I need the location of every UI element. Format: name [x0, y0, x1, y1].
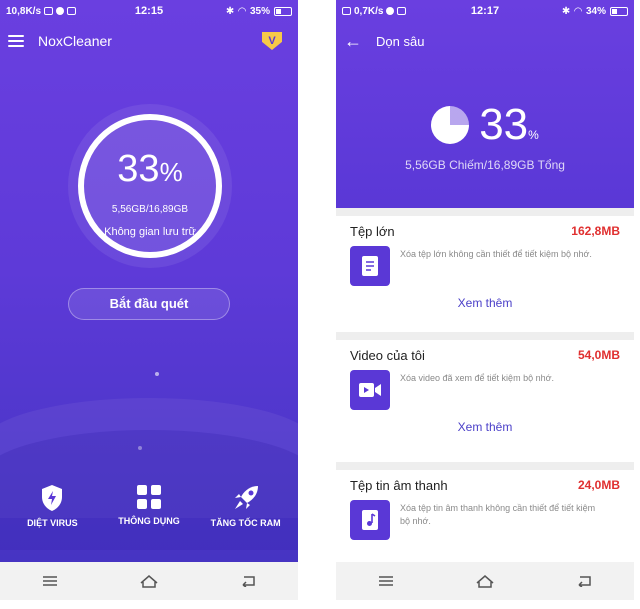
- decorative-dot: [155, 372, 159, 376]
- see-more-link[interactable]: Xem thêm: [350, 420, 620, 434]
- category-size: 162,8MB: [571, 224, 620, 238]
- category-card-audio[interactable]: Tệp tin âm thanh 24,0MB Xóa tệp tin âm t…: [336, 470, 634, 570]
- system-nav-bar: [336, 562, 634, 600]
- bluetooth-icon: ✱: [561, 5, 571, 17]
- pie-chart-icon: [431, 106, 470, 144]
- screen-title: Dọn sâu: [376, 33, 425, 49]
- home-nav-icon[interactable]: [139, 574, 159, 588]
- noxcleaner-home-screen: 10,8K/s 12:15 ✱ ◠ 35% NoxCleaner V 33% 5…: [0, 0, 298, 600]
- feature-label: DIỆT VIRUS: [27, 518, 78, 528]
- deep-clean-header: 0,7K/s 12:17 ✱ ◠ 34% ← Dọn sâu 33% 5,56G…: [336, 0, 634, 208]
- category-description: Xóa tệp lớn không cần thiết để tiết kiệm…: [400, 249, 592, 259]
- wifi-icon: ◠: [574, 5, 582, 17]
- category-description: Xóa tệp tin âm thanh không cần thiết để …: [400, 503, 596, 526]
- category-size: 54,0MB: [577, 348, 620, 362]
- deep-clean-screen: 0,7K/s 12:17 ✱ ◠ 34% ← Dọn sâu 33% 5,56G…: [336, 0, 634, 600]
- category-card-videos[interactable]: Video của tôi 54,0MB Xóa video đã xem để…: [336, 340, 634, 462]
- video-icon: [350, 370, 390, 410]
- back-nav-icon[interactable]: [574, 574, 594, 588]
- category-title: Tệp tin âm thanh: [350, 477, 448, 493]
- status-bar: 0,7K/s 12:17 ✱ ◠ 34%: [336, 0, 634, 22]
- menu-nav-icon[interactable]: [40, 574, 60, 588]
- app-bar: ← Dọn sâu: [336, 28, 634, 54]
- system-nav-bar: [0, 562, 298, 600]
- storage-summary: 33%: [336, 100, 634, 150]
- storage-percent: 33%: [479, 100, 539, 149]
- storage-percent: 33%: [117, 148, 183, 190]
- wifi-icon: ◠: [238, 5, 246, 17]
- feature-antivirus[interactable]: DIỆT VIRUS: [7, 484, 97, 528]
- storage-usage: 5,56GB Chiếm/16,89GB Tổng: [405, 158, 565, 172]
- category-title: Video của tôi: [350, 347, 425, 363]
- shield-icon: [42, 485, 63, 511]
- storage-ring[interactable]: 33% 5,56GB/16,89GB Không gian lưu trữ: [78, 114, 222, 258]
- document-icon: [350, 246, 390, 286]
- feature-ram-boost[interactable]: TĂNG TỐC RAM: [201, 484, 291, 528]
- start-scan-button[interactable]: Bắt đầu quét: [68, 288, 230, 320]
- menu-icon[interactable]: [8, 35, 24, 47]
- feature-common[interactable]: THÔNG DỤNG: [104, 484, 194, 528]
- app-bar: NoxCleaner V: [0, 28, 298, 54]
- category-list: Tệp lớn 162,8MB Xóa tệp lớn không cần th…: [336, 208, 634, 570]
- back-nav-icon[interactable]: [238, 574, 258, 588]
- category-size: 24,0MB: [577, 478, 620, 492]
- bluetooth-icon: ✱: [225, 5, 235, 17]
- status-bar: 10,8K/s 12:15 ✱ ◠ 35%: [0, 0, 298, 22]
- grid-icon: [136, 485, 161, 509]
- app-title: NoxCleaner: [38, 33, 112, 49]
- vip-badge-icon[interactable]: V: [262, 32, 282, 50]
- feature-bar: DIỆT VIRUS THÔNG DỤNG TĂNG TỐC RAM: [0, 484, 298, 528]
- storage-usage: 5,56GB/16,89GB: [111, 204, 189, 215]
- rocket-icon: [234, 486, 258, 509]
- music-icon: [350, 500, 390, 540]
- back-arrow-icon[interactable]: ←: [344, 32, 362, 50]
- battery-percent: 34%: [585, 5, 606, 17]
- menu-nav-icon[interactable]: [376, 574, 396, 588]
- battery-percent: 35%: [249, 5, 270, 17]
- see-more-link[interactable]: Xem thêm: [350, 296, 620, 310]
- feature-label: THÔNG DỤNG: [118, 516, 180, 526]
- home-nav-icon[interactable]: [475, 574, 495, 588]
- category-card-large-files[interactable]: Tệp lớn 162,8MB Xóa tệp lớn không cần th…: [336, 216, 634, 332]
- battery-icon: [610, 6, 628, 16]
- feature-label: TĂNG TỐC RAM: [210, 518, 281, 528]
- storage-label: Không gian lưu trữ: [104, 226, 196, 238]
- category-title: Tệp lớn: [350, 223, 395, 239]
- battery-icon: [274, 6, 292, 16]
- category-description: Xóa video đã xem để tiết kiệm bộ nhớ.: [400, 373, 554, 383]
